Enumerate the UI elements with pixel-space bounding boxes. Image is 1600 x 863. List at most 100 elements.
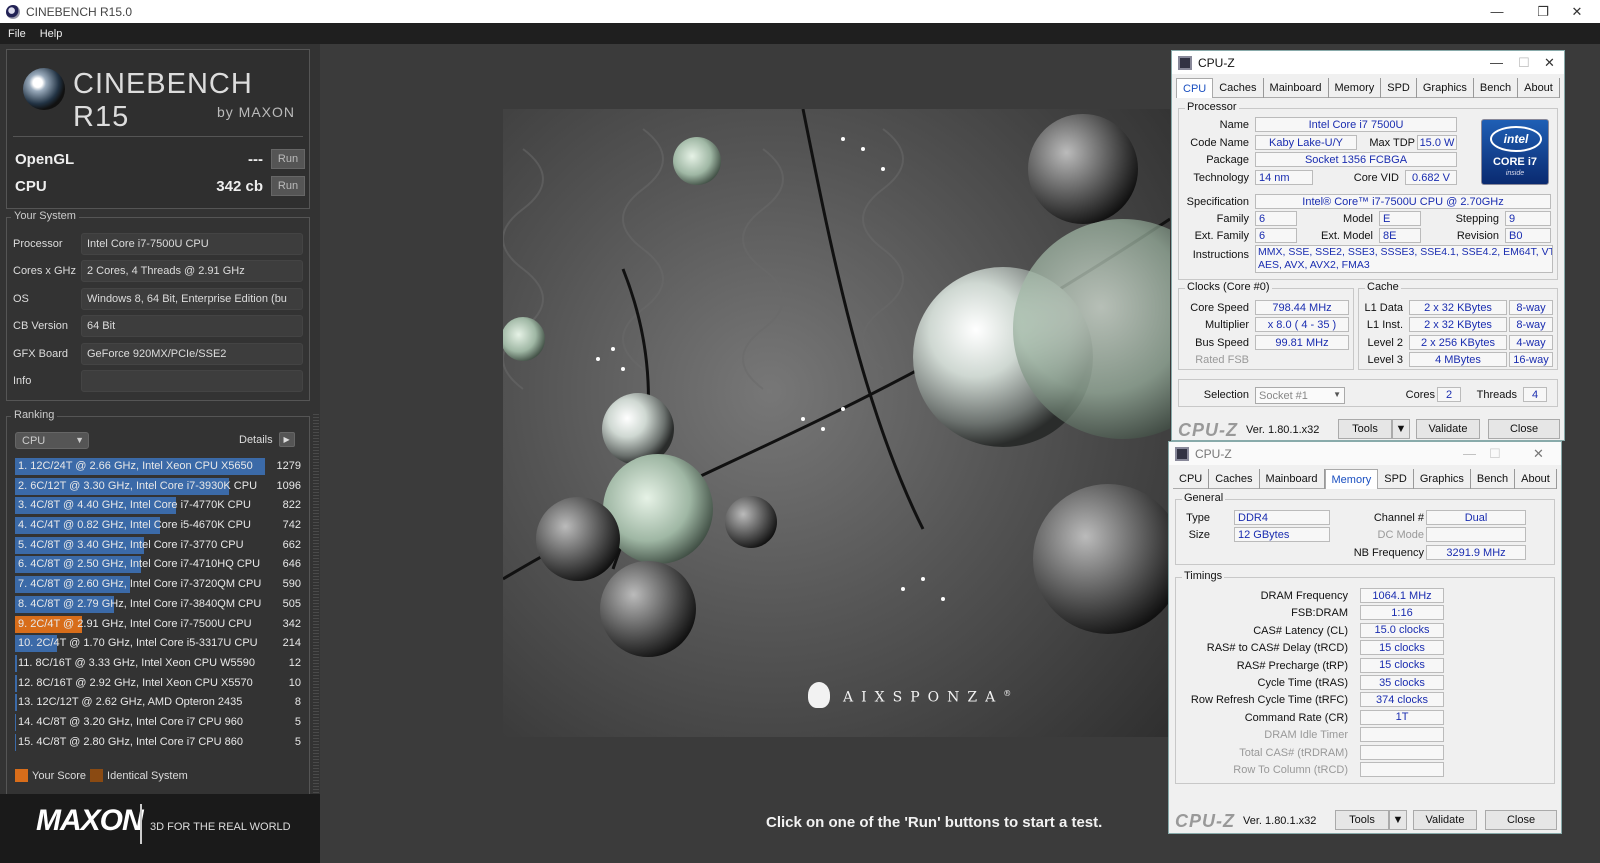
system-value[interactable]: Intel Core i7-7500U CPU bbox=[81, 233, 303, 255]
ranking-item-label: 4. 4C/4T @ 0.82 GHz, Intel Core i5-4670K… bbox=[18, 519, 251, 532]
stepping-value: 9 bbox=[1505, 211, 1551, 226]
cpuz-version: Ver. 1.80.1.x32 bbox=[1243, 815, 1317, 827]
ranking-item[interactable]: 8. 4C/8T @ 2.79 GHz, Intel Core i7-3840Q… bbox=[15, 595, 303, 615]
system-value[interactable]: GeForce 920MX/PCIe/SSE2 bbox=[81, 343, 303, 365]
l1inst-label: L1 Inst. bbox=[1366, 319, 1403, 331]
tab-mainboard[interactable]: Mainboard bbox=[1260, 469, 1325, 489]
tab-memory[interactable]: Memory bbox=[1329, 78, 1382, 98]
tools-dropdown-icon[interactable]: ▼ bbox=[1389, 810, 1407, 830]
ranking-scrollbar[interactable] bbox=[313, 414, 319, 834]
tools-dropdown-icon[interactable]: ▼ bbox=[1392, 419, 1410, 439]
ranking-item[interactable]: 4. 4C/4T @ 0.82 GHz, Intel Core i5-4670K… bbox=[15, 516, 303, 536]
tab-caches[interactable]: Caches bbox=[1209, 469, 1260, 489]
timing-value: 374 clocks bbox=[1360, 692, 1444, 708]
socket-select[interactable]: Socket #1 ▼ bbox=[1255, 387, 1345, 404]
ranking-item[interactable]: 1. 12C/24T @ 2.66 GHz, Intel Xeon CPU X5… bbox=[15, 457, 303, 477]
tab-cpu[interactable]: CPU bbox=[1173, 469, 1210, 489]
tab-bench[interactable]: Bench bbox=[1471, 469, 1516, 489]
close-button[interactable]: ✕ bbox=[1533, 446, 1544, 462]
instructions-value: MMX, SSE, SSE2, SSE3, SSSE3, SSE4.1, SSE… bbox=[1255, 245, 1553, 273]
timing-label: Cycle Time (tRAS) bbox=[1257, 677, 1348, 689]
divider bbox=[140, 804, 142, 844]
ranking-item[interactable]: 15. 4C/8T @ 2.80 GHz, Intel Core i7 CPU … bbox=[15, 733, 303, 753]
maximize-button[interactable]: ☐ bbox=[1489, 446, 1501, 462]
timing-value bbox=[1360, 762, 1444, 777]
ranking-item[interactable]: 12. 8C/16T @ 2.92 GHz, Intel Xeon CPU X5… bbox=[15, 674, 303, 694]
tab-spd[interactable]: SPD bbox=[1381, 78, 1417, 98]
ranking-item-score: 10 bbox=[288, 676, 301, 689]
ranking-item[interactable]: 6. 4C/8T @ 2.50 GHz, Intel Core i7-4710H… bbox=[15, 555, 303, 575]
ranking-item[interactable]: 5. 4C/8T @ 3.40 GHz, Intel Core i7-3770 … bbox=[15, 536, 303, 556]
tab-caches[interactable]: Caches bbox=[1213, 78, 1264, 98]
timing-label: FSB:DRAM bbox=[1291, 607, 1348, 620]
close-button[interactable]: ✕ bbox=[1544, 55, 1555, 71]
tab-about[interactable]: About bbox=[1515, 469, 1557, 489]
type-value: DDR4 bbox=[1234, 510, 1330, 525]
instructions-label: Instructions bbox=[1192, 249, 1249, 261]
tab-mainboard[interactable]: Mainboard bbox=[1264, 78, 1329, 98]
menu-file[interactable]: File bbox=[8, 28, 26, 40]
system-value[interactable]: 64 Bit bbox=[81, 315, 303, 337]
chevron-right-icon[interactable]: ▶ bbox=[278, 432, 295, 447]
details-toggle[interactable]: Details ▶ bbox=[239, 432, 295, 447]
system-key: Cores x GHz bbox=[13, 265, 76, 277]
ranking-bar bbox=[15, 674, 17, 692]
system-value[interactable]: 2 Cores, 4 Threads @ 2.91 GHz bbox=[81, 260, 303, 282]
tab-about[interactable]: About bbox=[1518, 78, 1560, 98]
ranking-item[interactable]: 13. 12C/12T @ 2.62 GHz, AMD Opteron 2435… bbox=[15, 693, 303, 713]
ranking-item-score: 1279 bbox=[276, 460, 301, 472]
validate-button[interactable]: Validate bbox=[1416, 419, 1480, 439]
maxon-footer: MAXON 3D FOR THE REAL WORLD bbox=[0, 794, 320, 863]
codename-value: Kaby Lake-U/Y bbox=[1255, 135, 1357, 150]
tab-graphics[interactable]: Graphics bbox=[1414, 469, 1471, 489]
ranking-item-label: 8. 4C/8T @ 2.79 GHz, Intel Core i7-3840Q… bbox=[18, 597, 262, 610]
package-label: Package bbox=[1206, 154, 1249, 166]
maximize-button[interactable]: ☐ bbox=[1518, 55, 1530, 71]
ranking-item[interactable]: 14. 4C/8T @ 3.20 GHz, Intel Core i7 CPU … bbox=[15, 713, 303, 733]
cpuz-logo: CPU-Z bbox=[1175, 810, 1235, 831]
ratedfsb-label: Rated FSB bbox=[1195, 354, 1249, 366]
menu-help[interactable]: Help bbox=[40, 28, 63, 40]
ranking-select[interactable]: CPU ▼ bbox=[15, 432, 89, 449]
run-cpu-button[interactable]: Run bbox=[271, 176, 305, 196]
validate-button[interactable]: Validate bbox=[1413, 810, 1477, 830]
run-opengl-button[interactable]: Run bbox=[271, 149, 305, 169]
tools-button[interactable]: Tools bbox=[1335, 810, 1389, 830]
timing-label: Command Rate (CR) bbox=[1244, 711, 1348, 724]
minimize-button[interactable]: — bbox=[1490, 55, 1503, 70]
cpuz-app-icon bbox=[1178, 55, 1192, 70]
ranking-item[interactable]: 9. 2C/4T @ 2.91 GHz, Intel Core i7-7500U… bbox=[15, 615, 303, 635]
ranking-item-score: 662 bbox=[282, 538, 301, 551]
ranking-item[interactable]: 7. 4C/8T @ 2.60 GHz, Intel Core i7-3720Q… bbox=[15, 575, 303, 595]
level3-way: 16-way bbox=[1509, 352, 1553, 367]
tab-bench[interactable]: Bench bbox=[1474, 78, 1519, 98]
nbfreq-label: NB Frequency bbox=[1353, 547, 1424, 559]
info-input[interactable] bbox=[81, 370, 303, 392]
minimize-button[interactable]: — bbox=[1463, 446, 1476, 461]
ranking-item-label: 13. 12C/12T @ 2.62 GHz, AMD Opteron 2435 bbox=[18, 696, 243, 709]
tab-spd[interactable]: SPD bbox=[1378, 469, 1414, 489]
tab-memory[interactable]: Memory bbox=[1324, 469, 1379, 489]
package-value: Socket 1356 FCBGA bbox=[1255, 152, 1457, 167]
ranking-item[interactable]: 11. 8C/16T @ 3.33 GHz, Intel Xeon CPU W5… bbox=[15, 654, 303, 674]
tools-button[interactable]: Tools bbox=[1338, 419, 1392, 439]
your-system-box: Your System Processor Intel Core i7-7500… bbox=[6, 210, 310, 401]
corevid-value: 0.682 V bbox=[1405, 170, 1457, 185]
tab-cpu[interactable]: CPU bbox=[1176, 78, 1214, 98]
close-app-button[interactable]: Close bbox=[1485, 810, 1557, 830]
score-row-cpu: CPU 342 cb Run bbox=[15, 174, 305, 198]
system-row-cb-version: CB Version 64 Bit bbox=[13, 315, 303, 337]
tab-graphics[interactable]: Graphics bbox=[1417, 78, 1474, 98]
close-button[interactable]: ✕ bbox=[1554, 0, 1600, 23]
minimize-button[interactable]: — bbox=[1474, 0, 1520, 23]
ranking-item[interactable]: 10. 2C/4T @ 1.70 GHz, Intel Core i5-3317… bbox=[15, 634, 303, 654]
system-value[interactable]: Windows 8, 64 Bit, Enterprise Edition (b… bbox=[81, 288, 303, 310]
cache-group: Cache L1 Data 2 x 32 KBytes 8-way L1 Ins… bbox=[1358, 281, 1558, 370]
revision-label: Revision bbox=[1456, 230, 1499, 242]
l1inst-way: 8-way bbox=[1509, 317, 1553, 332]
ranking-item-label: 6. 4C/8T @ 2.50 GHz, Intel Core i7-4710H… bbox=[18, 558, 261, 571]
ranking-item[interactable]: 2. 6C/12T @ 3.30 GHz, Intel Core i7-3930… bbox=[15, 477, 303, 497]
socket-select-value: Socket #1 bbox=[1259, 389, 1308, 402]
close-app-button[interactable]: Close bbox=[1488, 419, 1560, 439]
ranking-item[interactable]: 3. 4C/8T @ 4.40 GHz, Intel Core i7-4770K… bbox=[15, 496, 303, 516]
